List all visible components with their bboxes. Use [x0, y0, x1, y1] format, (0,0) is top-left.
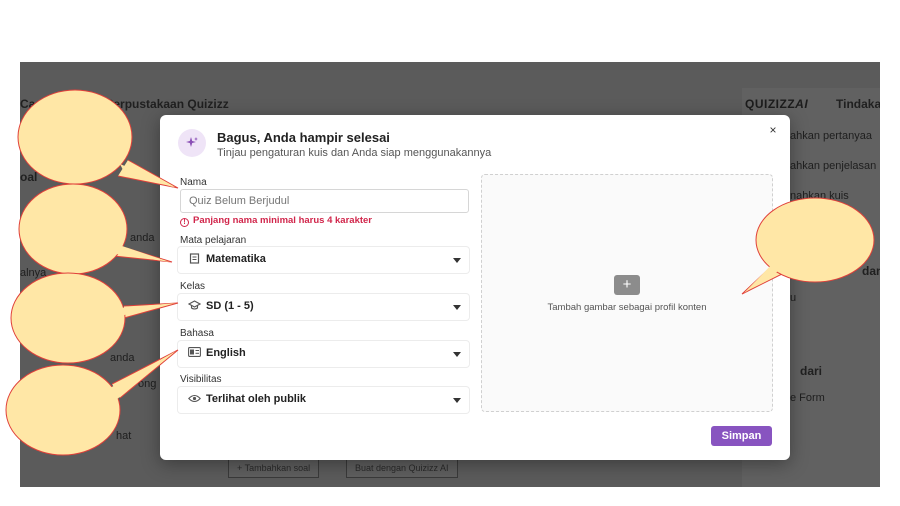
bg-fragment-anda-2: anda: [110, 352, 135, 364]
add-image-button[interactable]: +: [614, 275, 640, 295]
bg-right-item-1: ahkan pertanyaa: [790, 130, 872, 142]
name-label: Nama: [180, 177, 207, 188]
subject-label: Mata pelajaran: [180, 235, 247, 246]
book-icon: [187, 253, 201, 267]
name-error-message: ! Panjang nama minimal harus 4 karakter: [180, 215, 372, 227]
bg-fragment-ong: ong: [138, 378, 157, 390]
grade-value: SD (1 - 5): [206, 300, 254, 312]
bg-ai-generate-button[interactable]: Buat dengan Quizizz AI: [346, 458, 458, 478]
graduation-cap-icon: [187, 300, 201, 314]
chevron-down-icon: [453, 352, 461, 357]
chevron-down-icon: [453, 305, 461, 310]
bg-fragment-hat: hat: [116, 430, 132, 442]
bg-right-extra-2: u: [790, 292, 797, 304]
bg-right-item-3: nahkan kuis: [790, 190, 849, 202]
language-label: Bahasa: [180, 328, 214, 339]
bg-right-item-2: ahkan penjelasan: [790, 160, 877, 172]
error-icon: !: [180, 218, 189, 227]
screenshot-stage: Ca dari Perpustakaan Quizizz oal anda al…: [0, 0, 900, 506]
subject-value: Matematika: [206, 253, 266, 265]
add-image-hint: Tambah gambar sebagai profil konten: [547, 302, 707, 313]
bg-right-extra-1: dan: [862, 264, 880, 278]
quiz-name-input[interactable]: [180, 189, 469, 213]
save-button[interactable]: Simpan: [711, 426, 772, 446]
language-select[interactable]: English: [178, 341, 469, 367]
grade-label: Kelas: [180, 281, 206, 292]
modal-subtitle: Tinjau pengaturan kuis dan Anda siap men…: [217, 147, 492, 159]
bg-library-title: dari Perpustakaan Quizizz: [80, 97, 229, 111]
bg-fragment-alnya: alnya: [20, 267, 47, 279]
bg-fragment-anda: anda: [130, 232, 155, 244]
quiz-settings-modal: Bagus, Anda hampir selesai Tinjau pengat…: [160, 115, 790, 460]
bg-right-title: Tindakan: [836, 97, 880, 111]
close-icon[interactable]: ×: [766, 123, 780, 137]
modal-title: Bagus, Anda hampir selesai: [217, 130, 390, 145]
language-value: English: [206, 347, 246, 359]
chevron-down-icon: [453, 398, 461, 403]
bg-right-extra-3: dari: [800, 364, 823, 378]
bg-library-prefix: Ca: [20, 97, 36, 111]
visibility-label: Visibilitas: [180, 374, 222, 385]
language-icon: [187, 347, 201, 361]
subject-select[interactable]: Matematika: [178, 247, 469, 273]
visibility-value: Terlihat oleh publik: [206, 393, 307, 405]
bg-add-question-button[interactable]: + Tambahkan soal: [228, 458, 320, 478]
chevron-down-icon: [453, 258, 461, 263]
content-image-dropzone[interactable]: + Tambah gambar sebagai profil konten: [481, 174, 773, 412]
visibility-select[interactable]: Terlihat oleh publik: [178, 387, 469, 413]
bg-fragment-oal: oal: [20, 170, 38, 184]
bg-right-extra-4: e Form: [790, 392, 825, 404]
eye-icon: [187, 393, 201, 407]
bg-brand-logo: QUIZIZZAI: [745, 97, 809, 111]
sparkle-icon: [178, 129, 206, 157]
grade-select[interactable]: SD (1 - 5): [178, 294, 469, 320]
